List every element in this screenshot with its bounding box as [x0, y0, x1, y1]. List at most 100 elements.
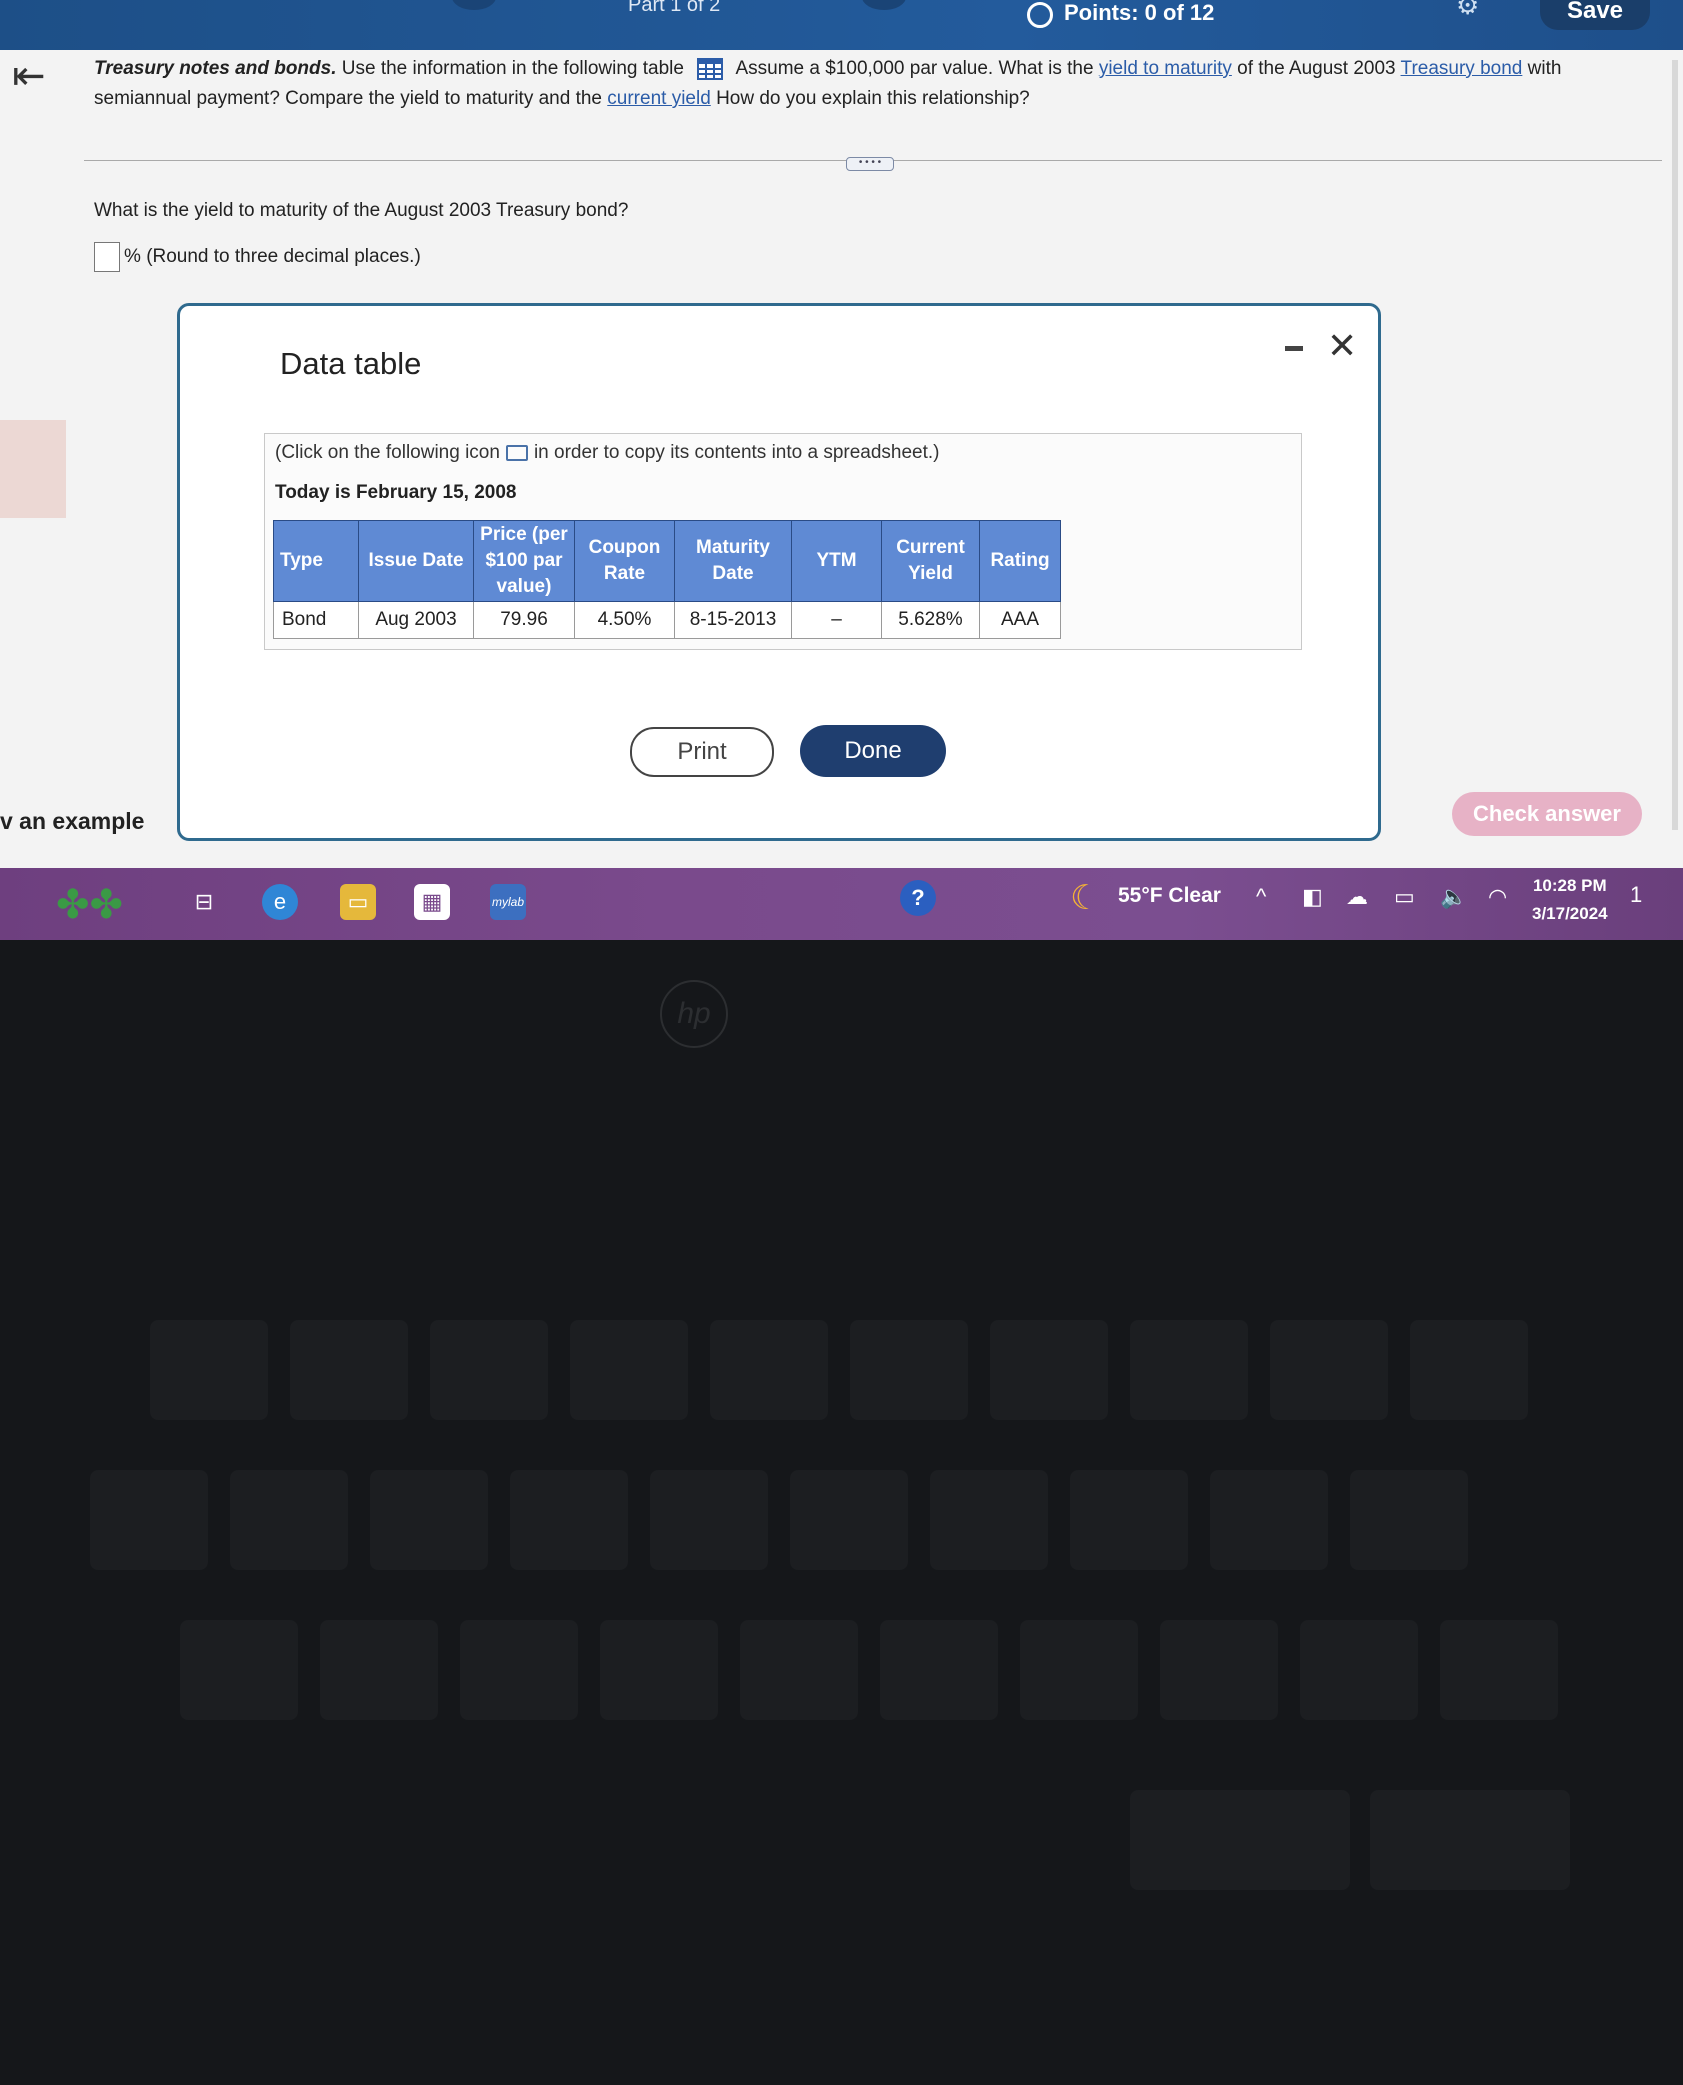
expand-handle[interactable]: • • • • [846, 157, 894, 171]
nav-dot[interactable] [452, 0, 496, 10]
copy-note-end: in order to copy its contents into a spr… [533, 442, 940, 463]
keyboard-key [90, 1470, 208, 1570]
bond-data-table: Type Issue Date Price (per $100 par valu… [273, 520, 1061, 639]
table-cell: Bond [273, 601, 359, 639]
keyboard-key [1130, 1320, 1248, 1420]
keyboard-key [1370, 1790, 1570, 1890]
keyboard-key [1020, 1620, 1138, 1720]
keyboard-key [600, 1620, 718, 1720]
minimize-icon[interactable] [1285, 346, 1303, 351]
column-header: Price (per $100 par value) [473, 520, 575, 602]
weather-label[interactable]: 55°F Clear [1118, 884, 1221, 908]
done-button[interactable]: Done [800, 725, 946, 777]
keyboard-key [1300, 1620, 1418, 1720]
keyboard-key [790, 1470, 908, 1570]
keyboard-key [570, 1320, 688, 1420]
store-icon[interactable]: ▦ [414, 884, 450, 920]
treasury-bond-link[interactable]: Treasury bond [1401, 58, 1523, 79]
keyboard-key [1160, 1620, 1278, 1720]
question-lead: Treasury notes and bonds. [94, 58, 337, 79]
wifi-icon[interactable]: ◠ [1488, 884, 1507, 910]
back-arrow-icon[interactable]: ⇤ [12, 56, 46, 96]
column-header: YTM [791, 520, 882, 602]
keyboard-key [740, 1620, 858, 1720]
scrollbar[interactable] [1672, 60, 1678, 830]
laptop-keyboard-area: hp [0, 940, 1683, 2085]
nav-dot[interactable] [862, 0, 906, 10]
today-date: Today is February 15, 2008 [275, 482, 517, 503]
keyboard-key [1350, 1470, 1468, 1570]
keyboard-key [290, 1320, 408, 1420]
keyboard-key [1440, 1620, 1558, 1720]
column-header: Coupon Rate [574, 520, 675, 602]
keyboard-key [370, 1470, 488, 1570]
keyboard-key [710, 1320, 828, 1420]
table-cell: 79.96 [473, 601, 575, 639]
speaker-icon[interactable]: 🔈 [1440, 884, 1467, 910]
view-example-link[interactable]: v an example [0, 808, 144, 835]
file-explorer-icon[interactable]: ▭ [340, 884, 376, 920]
top-bar: Part 1 of 2 Points: 0 of 12 ⚙ Save [0, 0, 1683, 50]
keyboard-key [430, 1320, 548, 1420]
keyboard-key [1270, 1320, 1388, 1420]
answer-hint: (Round to three decimal places.) [146, 246, 421, 268]
cloud-icon[interactable]: ☁ [1346, 884, 1368, 910]
side-panel-tab[interactable] [0, 420, 66, 518]
keyboard-key [320, 1620, 438, 1720]
print-button[interactable]: Print [630, 727, 774, 777]
column-header: Issue Date [358, 520, 474, 602]
table-cell: AAA [979, 601, 1061, 639]
data-table-panel: (Click on the following icon in order to … [264, 433, 1302, 650]
column-header: Rating [979, 520, 1061, 602]
notification-count: 1 [1630, 882, 1643, 907]
screen: Part 1 of 2 Points: 0 of 12 ⚙ Save ⇤ Tre… [0, 0, 1683, 940]
gear-icon[interactable]: ⚙ [1456, 0, 1479, 21]
hp-logo: hp [660, 980, 728, 1048]
keyboard-key [880, 1620, 998, 1720]
moon-icon: ☾ [1070, 879, 1101, 917]
chevron-up-icon[interactable]: ^ [1256, 884, 1266, 910]
question-text: Treasury notes and bonds. Use the inform… [94, 54, 1604, 114]
table-cell: 8-15-2013 [674, 601, 792, 639]
answer-input[interactable] [94, 242, 120, 272]
mylab-icon[interactable]: mylab [490, 884, 526, 920]
clover-icon[interactable]: ✤✤ [56, 882, 123, 928]
question-part: Assume a $100,000 par value. What is the [735, 58, 1094, 79]
question-part: How do you explain this relationship? [716, 88, 1030, 109]
table-grid-icon[interactable] [697, 57, 724, 80]
keyboard-key [150, 1320, 268, 1420]
copy-note-start: (Click on the following icon [275, 442, 500, 463]
yield-to-maturity-link[interactable]: yield to maturity [1099, 58, 1232, 79]
edge-icon[interactable]: e [262, 884, 298, 920]
data-table-dialog: Data table ✕ (Click on the following ico… [177, 303, 1381, 841]
device-icon[interactable]: ◧ [1302, 884, 1323, 910]
battery-icon[interactable]: ▭ [1394, 884, 1415, 910]
answer-unit: % [124, 246, 141, 268]
task-view-icon[interactable]: ⊟ [186, 884, 222, 920]
answer-row: % (Round to three decimal places.) [94, 242, 421, 272]
keyboard-key [1070, 1470, 1188, 1570]
clock[interactable]: 10:28 PM 3/17/2024 [1532, 872, 1608, 928]
dialog-title: Data table [280, 346, 422, 381]
save-button[interactable]: Save [1540, 0, 1650, 30]
keyboard-key [460, 1620, 578, 1720]
clock-date: 3/17/2024 [1532, 904, 1608, 923]
points-label: Points: 0 of 12 [1064, 0, 1215, 25]
keyboard-key [650, 1470, 768, 1570]
column-header: Current Yield [881, 520, 980, 602]
close-icon[interactable]: ✕ [1327, 328, 1357, 364]
column-header: Maturity Date [674, 520, 792, 602]
copy-instructions: (Click on the following icon in order to … [275, 442, 940, 464]
keyboard-key [1410, 1320, 1528, 1420]
question-part: Use the information in the following tab… [341, 58, 684, 79]
help-icon[interactable]: ? [900, 880, 936, 916]
table-row: Bond Aug 2003 79.96 4.50% 8-15-2013 – 5.… [273, 601, 1061, 639]
column-header: Type [273, 520, 359, 602]
notification-icon[interactable]: 1 [1630, 882, 1660, 916]
question-part: of the August 2003 [1237, 58, 1396, 79]
current-yield-link[interactable]: current yield [607, 88, 711, 109]
table-cell: – [791, 601, 882, 639]
copy-icon[interactable] [505, 444, 528, 461]
table-cell: 4.50% [574, 601, 675, 639]
check-answer-button[interactable]: Check answer [1452, 792, 1642, 836]
